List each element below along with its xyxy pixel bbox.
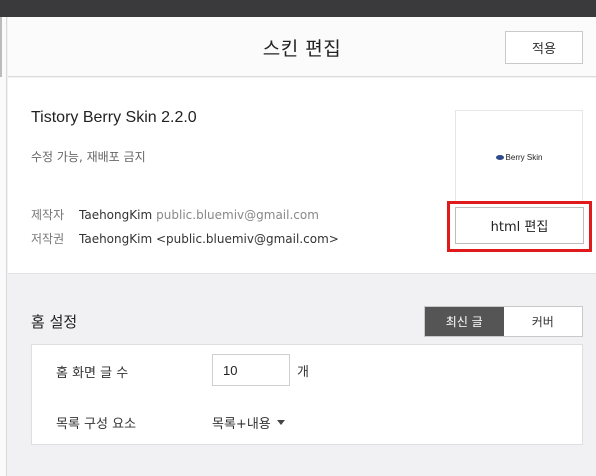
maker-row: 제작자 TaehongKim public.bluemiv@gmail.com bbox=[31, 206, 319, 223]
copyright-label: 저작권 bbox=[31, 232, 65, 246]
editor-header: 스킨 편집 적용 bbox=[8, 17, 596, 77]
top-bar bbox=[0, 0, 596, 17]
copyright-value: TaehongKim <public.bluemiv@gmail.com> bbox=[79, 232, 339, 246]
left-sidebar-edge bbox=[0, 17, 7, 476]
copyright-row: 저작권 TaehongKim <public.bluemiv@gmail.com> bbox=[31, 230, 339, 247]
tab-latest-posts[interactable]: 최신 글 bbox=[425, 307, 504, 336]
tab-cover[interactable]: 커버 bbox=[504, 307, 583, 336]
skin-info-panel: Tistory Berry Skin 2.2.0 수정 가능, 재배포 금지 제… bbox=[8, 78, 596, 274]
home-settings-title: 홈 설정 bbox=[31, 313, 78, 331]
home-type-toggle: 최신 글 커버 bbox=[424, 306, 583, 337]
list-components-value: 목록+내용 bbox=[212, 417, 271, 432]
post-count-label: 홈 화면 글 수 bbox=[56, 366, 129, 381]
post-count-unit: 개 bbox=[297, 365, 309, 380]
chevron-down-icon bbox=[276, 420, 285, 425]
sidebar-handle bbox=[0, 17, 2, 77]
home-settings-box: 홈 화면 글 수 개 목록 구성 요소 목록+내용 bbox=[31, 344, 583, 445]
skin-name: Tistory Berry Skin 2.2.0 bbox=[31, 109, 197, 126]
berry-logo-icon bbox=[495, 154, 504, 160]
list-components-dropdown[interactable]: 목록+내용 bbox=[212, 413, 285, 432]
maker-name: TaehongKim bbox=[79, 208, 153, 222]
berry-skin-logo: Berry Skin bbox=[495, 152, 543, 162]
skin-thumbnail: Berry Skin bbox=[455, 110, 583, 204]
skin-license: 수정 가능, 재배포 금지 bbox=[31, 150, 146, 164]
maker-email: public.bluemiv@gmail.com bbox=[156, 208, 319, 222]
list-components-label: 목록 구성 요소 bbox=[56, 417, 137, 432]
apply-button[interactable]: 적용 bbox=[505, 31, 583, 64]
highlight-box bbox=[447, 201, 592, 252]
thumbnail-text: Berry Skin bbox=[505, 152, 543, 162]
post-count-input[interactable] bbox=[212, 354, 290, 386]
maker-label: 제작자 bbox=[31, 208, 65, 222]
